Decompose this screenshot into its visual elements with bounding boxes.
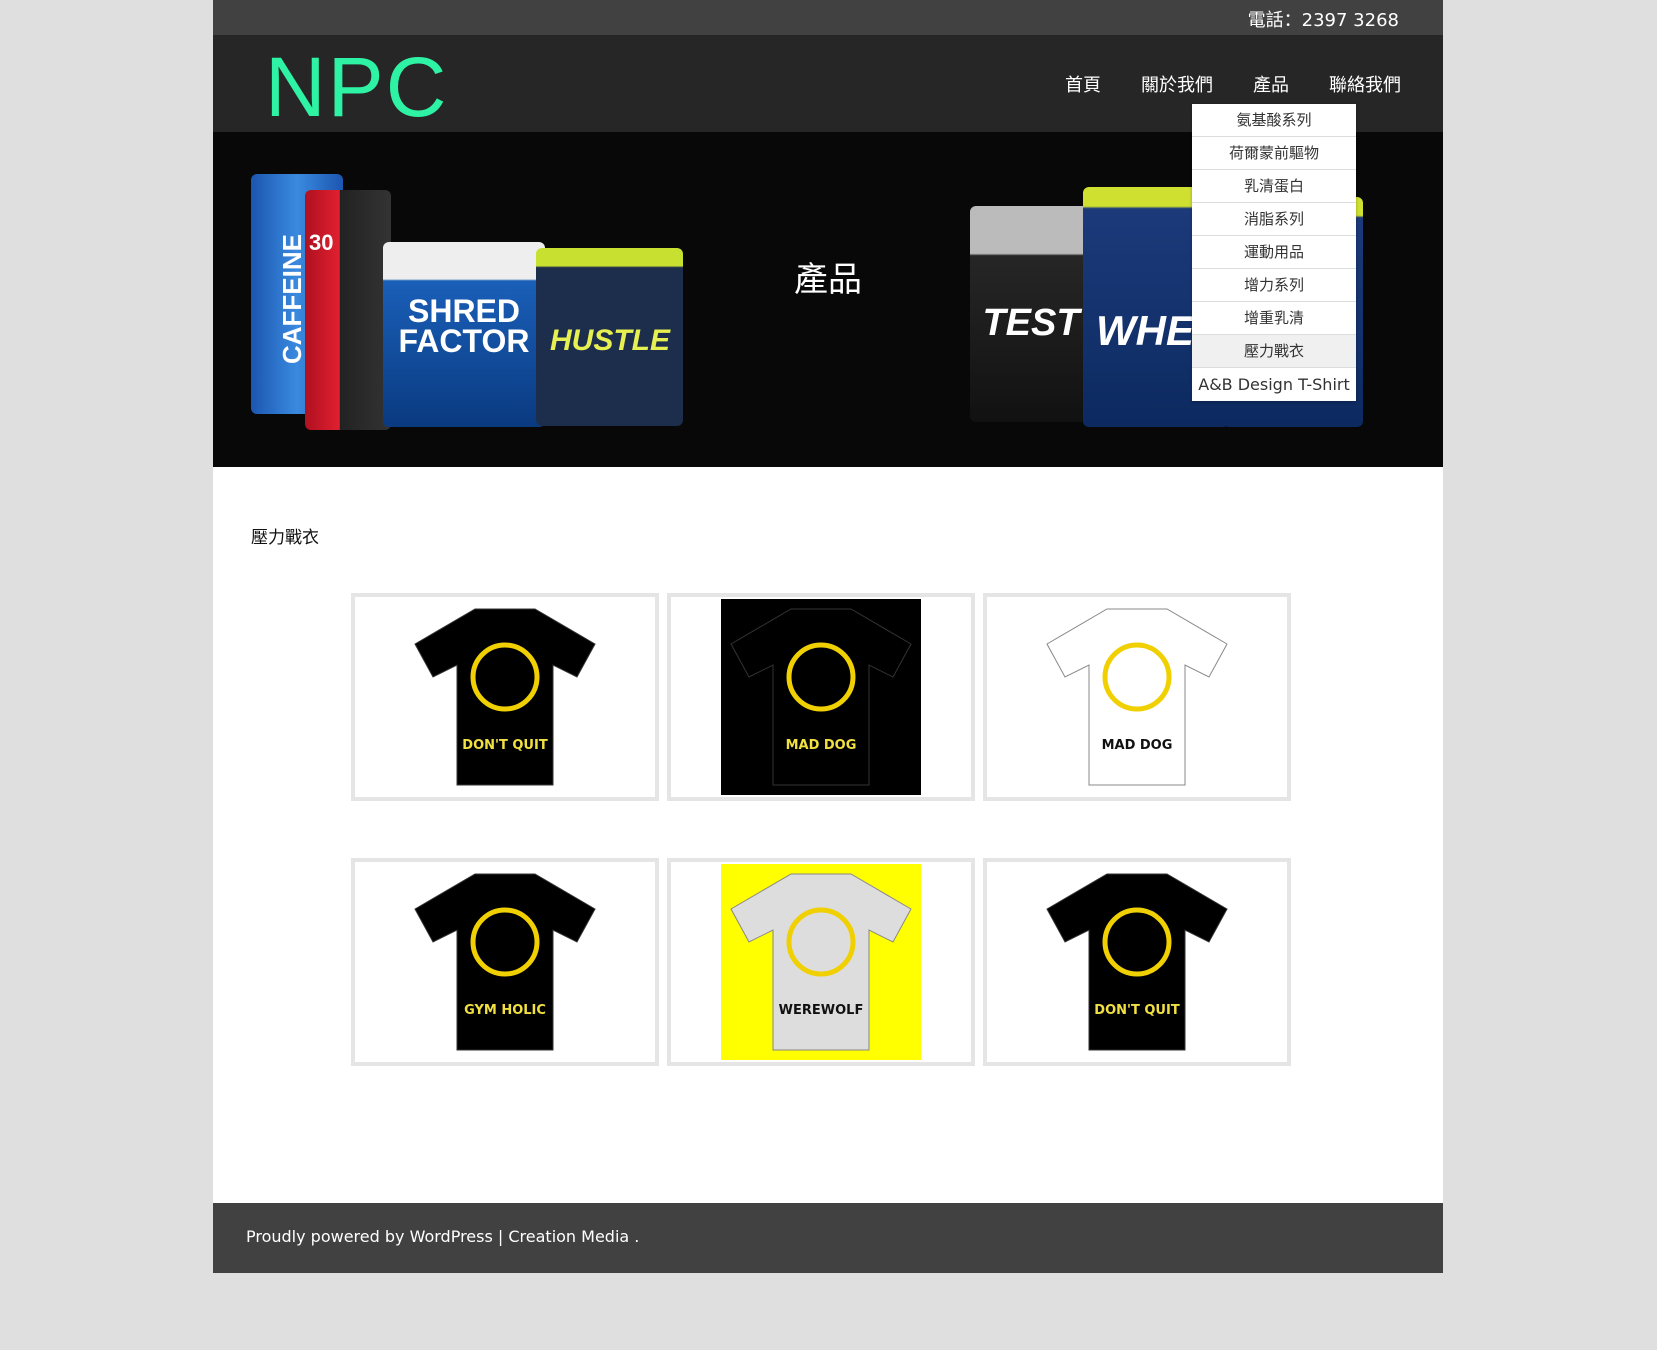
dropdown-item-amino[interactable]: 氨基酸系列 xyxy=(1192,104,1356,137)
gallery-item[interactable]: GYM HOLIC xyxy=(351,858,659,1066)
dropdown-item-sports-gear[interactable]: 運動用品 xyxy=(1192,236,1356,269)
tshirt-print-text: MAD DOG xyxy=(786,738,857,753)
nav-about[interactable]: 關於我們 xyxy=(1141,71,1213,97)
tshirt-image: MAD DOG xyxy=(721,599,921,795)
product-hustle-label: HUSTLE xyxy=(550,324,670,357)
dropdown-item-ab-tshirt[interactable]: A&B Design T-Shirt xyxy=(1192,368,1356,401)
dropdown-item-prohormone[interactable]: 荷爾蒙前驅物 xyxy=(1192,137,1356,170)
tshirt-print-text: WEREWOLF xyxy=(779,1003,864,1018)
nav-products[interactable]: 產品 xyxy=(1253,71,1289,97)
site-logo[interactable]: NPC xyxy=(265,39,448,136)
tshirt-image: DON'T QUIT xyxy=(1037,864,1237,1060)
tshirt-print-text: DON'T QUIT xyxy=(462,738,548,753)
product-shred-label: SHRED FACTOR xyxy=(398,293,530,359)
footer: Proudly powered by WordPress | Creation … xyxy=(213,1203,1443,1273)
product-test-image: TEST xyxy=(970,206,1094,422)
tshirt-print-text: GYM HOLIC xyxy=(464,1003,546,1018)
tshirt-image: MAD DOG xyxy=(1037,599,1237,795)
nav-home[interactable]: 首頁 xyxy=(1065,71,1101,97)
product-test-label: TEST xyxy=(982,302,1080,344)
gallery-item[interactable]: WEREWOLF xyxy=(667,858,975,1066)
phone-text: 電話：2397 3268 xyxy=(1247,10,1399,31)
gallery-item[interactable]: MAD DOG xyxy=(983,593,1291,801)
tshirt-image: WEREWOLF xyxy=(721,864,921,1060)
page-title: 壓力戰衣 xyxy=(251,528,319,548)
tshirt-gallery: DON'T QUIT MAD DOG MAD DOG GYM HOLIC WER… xyxy=(351,593,1295,1066)
dropdown-item-whey[interactable]: 乳清蛋白 xyxy=(1192,170,1356,203)
dropdown-item-compression[interactable]: 壓力戰衣 xyxy=(1192,335,1356,368)
page: 電話：2397 3268 NPC 首頁 關於我們 產品 聯絡我們 氨基酸系列 荷… xyxy=(213,0,1443,1273)
footer-powered[interactable]: Proudly powered by WordPress xyxy=(246,1227,493,1246)
tshirt-image: DON'T QUIT xyxy=(405,599,605,795)
tshirt-image: GYM HOLIC xyxy=(405,864,605,1060)
dropdown-item-fatburn[interactable]: 消脂系列 xyxy=(1192,203,1356,236)
tshirt-print-text: MAD DOG xyxy=(1102,738,1173,753)
products-dropdown: 氨基酸系列 荷爾蒙前驅物 乳清蛋白 消脂系列 運動用品 增力系列 增重乳清 壓力… xyxy=(1192,104,1356,401)
footer-end: . xyxy=(629,1227,640,1246)
content: 壓力戰衣 DON'T QUIT MAD DOG MAD DOG GYM HOLI… xyxy=(213,467,1443,1202)
gallery-item[interactable]: DON'T QUIT xyxy=(351,593,659,801)
footer-separator: | xyxy=(492,1227,509,1246)
main-nav: 首頁 關於我們 產品 聯絡我們 xyxy=(1025,71,1401,97)
dropdown-item-strength[interactable]: 增力系列 xyxy=(1192,269,1356,302)
topbar: 電話：2397 3268 xyxy=(213,0,1443,35)
tshirt-print-text: DON'T QUIT xyxy=(1094,1003,1180,1018)
gallery-item[interactable]: DON'T QUIT xyxy=(983,858,1291,1066)
gallery-item[interactable]: MAD DOG xyxy=(667,593,975,801)
product-shred-bottle-image: 30 xyxy=(305,190,391,430)
footer-link[interactable]: Creation Media xyxy=(508,1227,629,1246)
nav-contact[interactable]: 聯絡我們 xyxy=(1329,71,1401,97)
dropdown-item-mass-gainer[interactable]: 增重乳清 xyxy=(1192,302,1356,335)
